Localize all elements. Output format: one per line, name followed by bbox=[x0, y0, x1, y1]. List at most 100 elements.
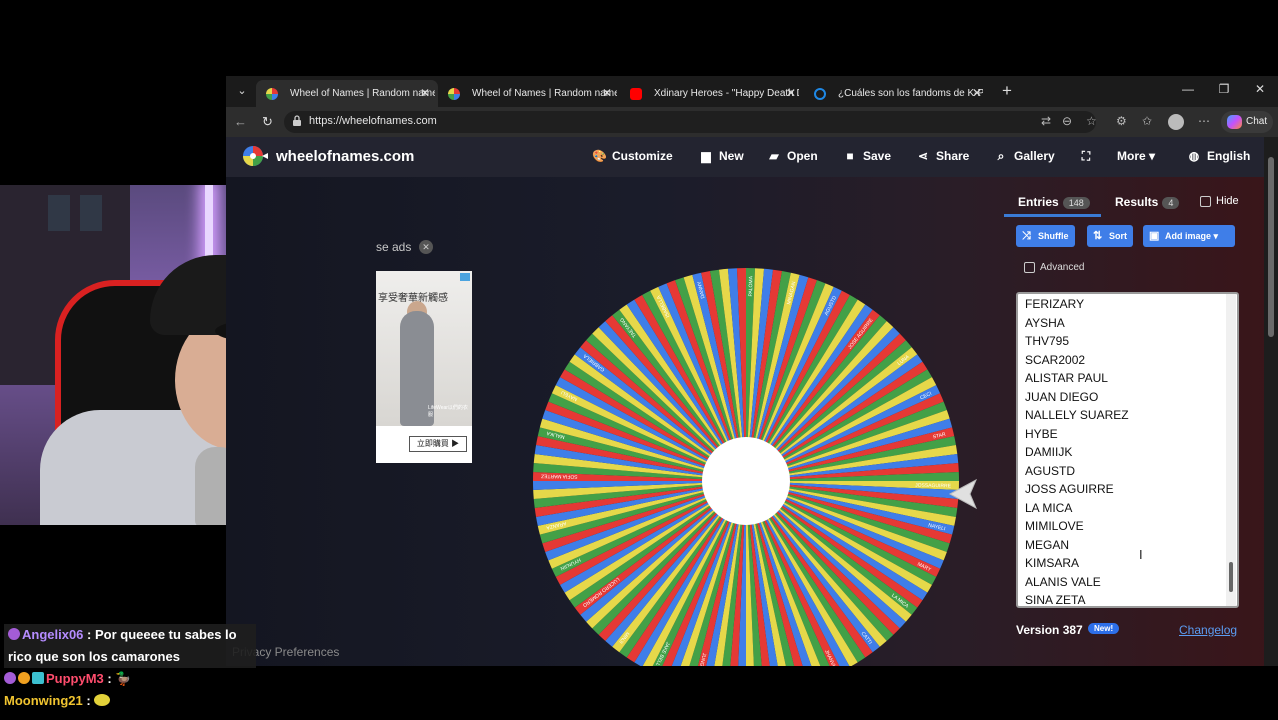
shuffle-label: Shuffle bbox=[1038, 231, 1069, 241]
shuffle-button[interactable]: ⤨ Shuffle bbox=[1016, 225, 1075, 247]
tab-kpop-fandoms[interactable]: ¿Cuáles son los fandoms de K-Pop? ✕ bbox=[804, 80, 990, 107]
tab-wheel-of-names-2[interactable]: Wheel of Names | Random name picker ✕ bbox=[438, 80, 620, 107]
chat-label: Chat bbox=[1246, 116, 1268, 127]
entry-item[interactable]: FERIZARY bbox=[1025, 295, 1237, 314]
new-badge: New! bbox=[1088, 623, 1120, 634]
close-tab-icon[interactable]: ✕ bbox=[786, 80, 796, 107]
entry-item[interactable]: ALISTAR PAUL bbox=[1025, 369, 1237, 388]
profile-avatar[interactable] bbox=[1168, 114, 1184, 130]
sort-button[interactable]: ⇅ Sort bbox=[1087, 225, 1133, 247]
hide-label: Hide bbox=[1216, 195, 1239, 207]
url-field[interactable]: https://wheelofnames.com bbox=[284, 111, 1096, 133]
entry-item[interactable]: SINA ZETA bbox=[1025, 591, 1237, 606]
wheel-segment-label: SOFIA MARTEZ bbox=[541, 473, 578, 480]
entry-item[interactable]: LA MICA bbox=[1025, 499, 1237, 518]
close-tab-icon[interactable]: ✕ bbox=[420, 80, 430, 107]
entry-item[interactable]: JOSS AGUIRRE bbox=[1025, 480, 1237, 499]
search-favicon-icon bbox=[814, 88, 826, 100]
favorite-star-icon[interactable]: ☆ bbox=[1086, 114, 1097, 128]
entry-item[interactable]: SCAR2002 bbox=[1025, 351, 1237, 370]
ad-caption: LifeWear以們的衣服 bbox=[428, 405, 468, 418]
close-ads-text[interactable]: se ads bbox=[376, 240, 411, 254]
wheel-favicon-icon bbox=[448, 88, 460, 100]
language-button[interactable]: ◍ English bbox=[1187, 149, 1251, 163]
advanced-checkbox[interactable] bbox=[1024, 262, 1035, 273]
minimize-icon[interactable]: — bbox=[1178, 82, 1198, 96]
copilot-chat-button[interactable]: Chat bbox=[1221, 111, 1273, 133]
open-button[interactable]: ▰ Open bbox=[767, 149, 817, 163]
sub-badge-icon bbox=[32, 672, 44, 684]
tab-results[interactable]: Results 4 bbox=[1115, 195, 1180, 209]
wheel-center-hub[interactable] bbox=[702, 437, 790, 525]
chevron-down-icon: ▾ bbox=[1149, 149, 1156, 163]
entry-list: FERIZARY AYSHA THV795 SCAR2002 ALISTAR PAUL J… bbox=[1018, 294, 1237, 606]
gallery-label: Gallery bbox=[1014, 149, 1055, 163]
entry-item[interactable]: ALANIS VALE bbox=[1025, 573, 1237, 592]
new-tab-plus-icon[interactable]: + bbox=[1002, 81, 1012, 101]
share-icon: ⋖ bbox=[917, 149, 929, 163]
poster bbox=[80, 195, 102, 231]
page-scrollbar[interactable] bbox=[1264, 137, 1278, 666]
page-scrollbar-thumb[interactable] bbox=[1268, 157, 1274, 337]
close-ads-icon[interactable]: ✕ bbox=[419, 240, 433, 254]
customize-label: Customize bbox=[612, 149, 673, 163]
translate-icon[interactable]: ⇄ bbox=[1041, 114, 1051, 128]
entry-item[interactable]: MIMILOVE bbox=[1025, 517, 1237, 536]
entry-item[interactable]: NALLELY SUAREZ bbox=[1025, 406, 1237, 425]
entry-item[interactable]: THV795 bbox=[1025, 332, 1237, 351]
tab-entries[interactable]: Entries 148 bbox=[1018, 195, 1090, 209]
changelog-link[interactable]: Changelog bbox=[1179, 623, 1237, 637]
entries-scrollbar-thumb[interactable] bbox=[1229, 562, 1233, 592]
emote-icon bbox=[94, 694, 111, 706]
entry-item[interactable]: KIMSARA bbox=[1025, 554, 1237, 573]
entry-item[interactable]: JUAN DIEGO bbox=[1025, 388, 1237, 407]
restore-icon[interactable]: ❐ bbox=[1214, 82, 1234, 96]
entry-item[interactable]: MEGAN bbox=[1025, 536, 1237, 555]
chat-message: PuppyM3 : 🦆 bbox=[4, 668, 264, 690]
favorites-icon[interactable]: ✩ bbox=[1142, 114, 1152, 128]
browser-window: ⌄ Wheel of Names | Random name picker ✕ … bbox=[226, 76, 1278, 666]
entries-scrollbar[interactable] bbox=[1226, 294, 1236, 606]
name-wheel[interactable]: JOSSAGUIRRENAYELIMARYLA MICACATTIJHANVIS… bbox=[533, 268, 959, 666]
chevron-down-icon: ▾ bbox=[1213, 231, 1219, 241]
back-arrow-icon[interactable]: ← bbox=[234, 114, 247, 129]
refresh-icon[interactable]: ↻ bbox=[262, 114, 273, 130]
add-image-button[interactable]: ▣ Add image ▾ bbox=[1143, 225, 1235, 247]
site-name[interactable]: wheelofnames.com bbox=[276, 148, 414, 165]
gallery-button[interactable]: ⌕ Gallery bbox=[994, 149, 1055, 164]
entry-item[interactable]: AGUSTD bbox=[1025, 462, 1237, 481]
active-tab-indicator bbox=[1004, 214, 1101, 217]
tab-list-chevron-icon[interactable]: ⌄ bbox=[234, 83, 250, 99]
number-badge-icon bbox=[18, 672, 30, 684]
adchoices-icon[interactable] bbox=[460, 273, 470, 281]
fullscreen-button[interactable]: ⛶ bbox=[1079, 149, 1099, 164]
close-window-icon[interactable]: ✕ bbox=[1250, 82, 1270, 96]
entries-textarea[interactable]: FERIZARY AYSHA THV795 SCAR2002 ALISTAR PAUL J… bbox=[1016, 292, 1239, 608]
save-button[interactable]: ■ Save bbox=[843, 149, 891, 163]
share-button[interactable]: ⋖ Share bbox=[916, 149, 969, 163]
hide-checkbox[interactable] bbox=[1200, 196, 1211, 207]
extensions-icon[interactable]: ⚙ bbox=[1116, 114, 1127, 128]
ad-buy-button[interactable]: 立即購買 ▶ bbox=[409, 436, 467, 452]
url-text: https://wheelofnames.com bbox=[309, 115, 437, 127]
wheel-logo-icon[interactable] bbox=[242, 145, 268, 167]
entry-item[interactable]: DAMIIJK bbox=[1025, 443, 1237, 462]
sort-label: Sort bbox=[1109, 231, 1127, 241]
advertisement[interactable]: 享受奢華新觸感 LifeWear以們的衣服 立即購買 ▶ bbox=[376, 271, 472, 463]
add-image-label: Add image bbox=[1165, 231, 1212, 241]
new-button[interactable]: ▆ New bbox=[699, 149, 743, 163]
results-count-badge: 4 bbox=[1162, 197, 1180, 209]
side-panel: Entries 148 Results 4 Hide ⤨ Shuffle ⇅ Sort … bbox=[1004, 177, 1250, 653]
tab-wheel-of-names-1[interactable]: Wheel of Names | Random name picker ✕ bbox=[256, 80, 438, 107]
tab-label: Xdinary Heroes - "Happy Death Day" bbox=[654, 88, 799, 99]
close-tab-icon[interactable]: ✕ bbox=[602, 80, 612, 107]
block-icon[interactable]: ⊖ bbox=[1062, 114, 1072, 128]
more-button[interactable]: More ▾ bbox=[1117, 149, 1155, 163]
customize-button[interactable]: 🎨 Customize bbox=[592, 149, 673, 163]
entry-item[interactable]: HYBE bbox=[1025, 425, 1237, 444]
entry-item[interactable]: AYSHA bbox=[1025, 314, 1237, 333]
close-tab-icon[interactable]: ✕ bbox=[972, 80, 982, 107]
tab-youtube[interactable]: Xdinary Heroes - "Happy Death Day" ✕ bbox=[620, 80, 804, 107]
lock-icon bbox=[293, 115, 301, 126]
more-dots-icon[interactable]: ⋯ bbox=[1198, 114, 1210, 128]
